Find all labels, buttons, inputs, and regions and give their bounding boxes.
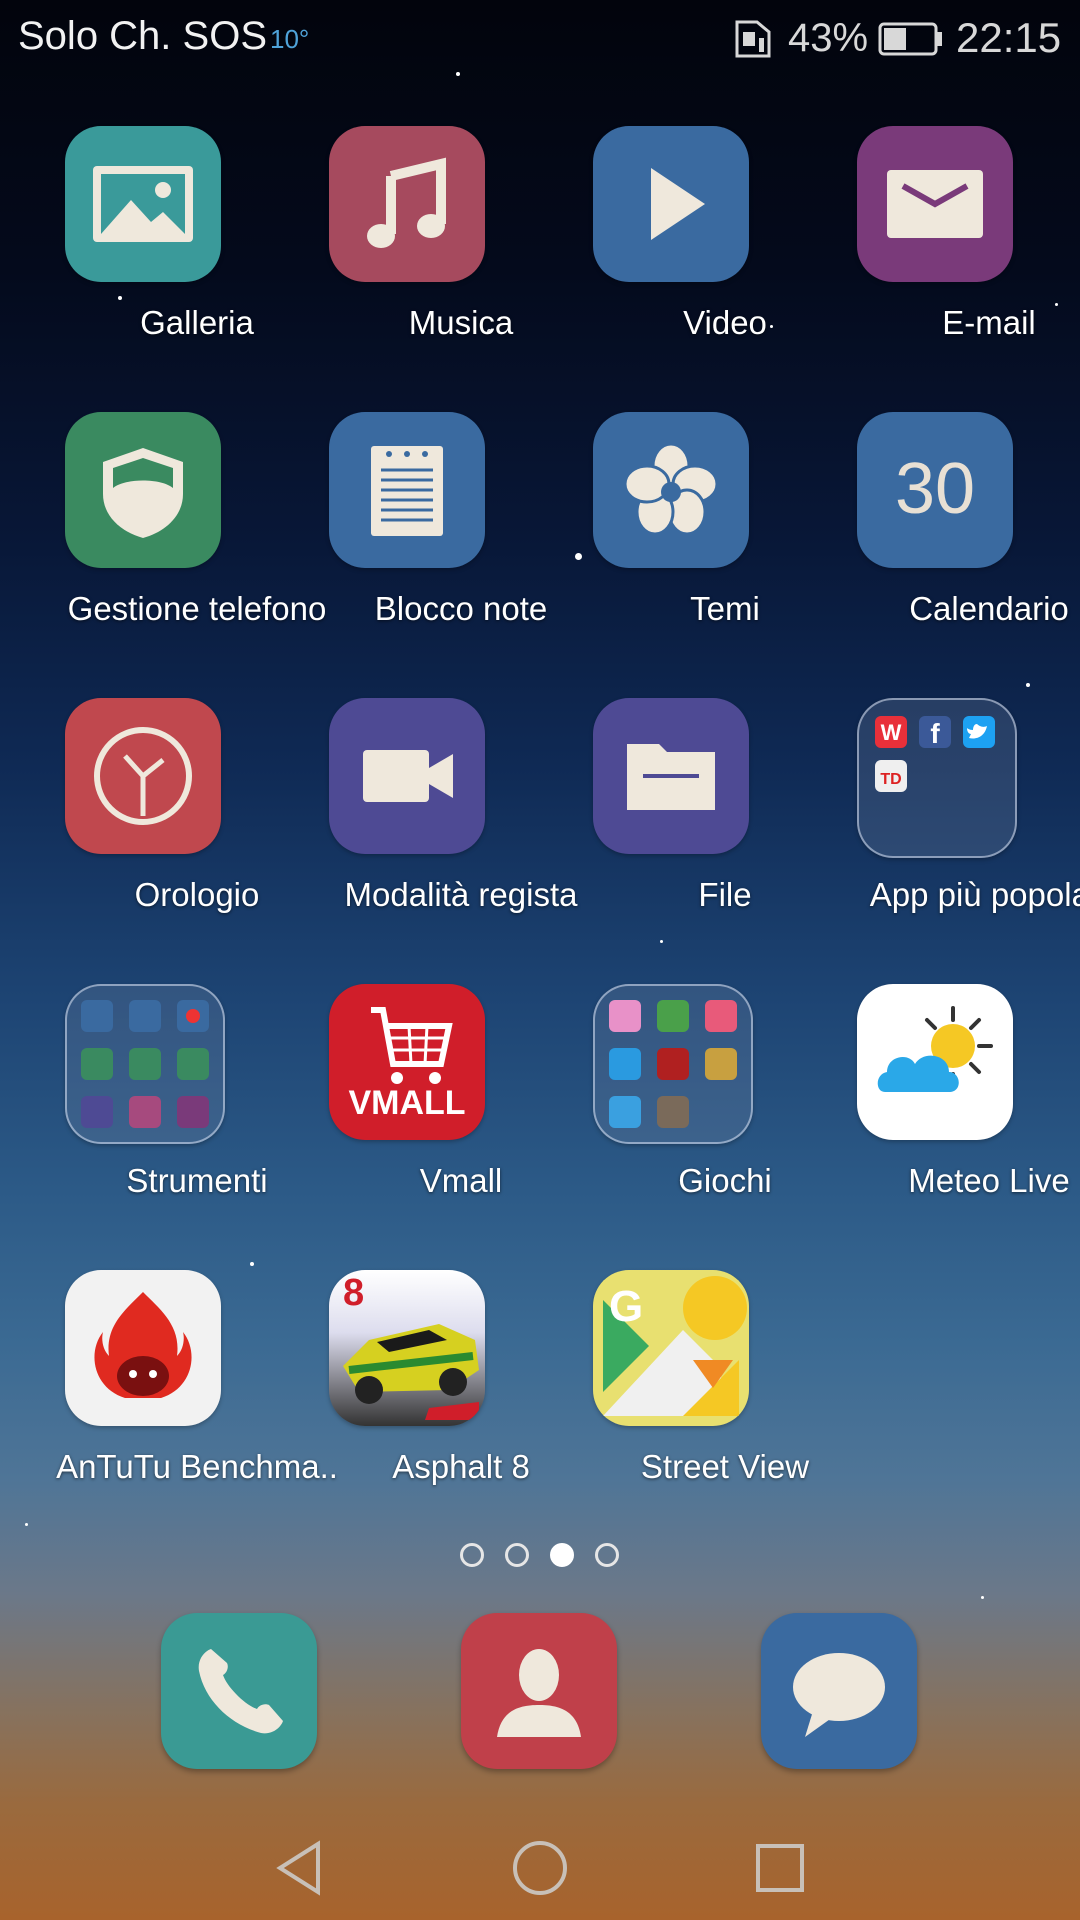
app-folder-icon: W f TD (857, 698, 1017, 858)
app-label: E-mail (942, 304, 1036, 341)
themes-flower-icon (593, 412, 749, 568)
app-blocco-note[interactable]: Blocco note (329, 412, 605, 662)
contacts-icon (497, 1649, 581, 1737)
messages-icon (793, 1653, 885, 1737)
app-antutu[interactable]: AnTuTu Benchma.. (56, 1270, 341, 1520)
app-calendario[interactable]: 30 Calendario (857, 412, 1080, 662)
page-dot-current[interactable] (550, 1543, 574, 1567)
app-meteo-live[interactable]: Meteo Live (857, 984, 1080, 1234)
app-label: Orologio (134, 876, 260, 913)
recents-icon[interactable] (750, 1838, 810, 1898)
app-label: Calendario (909, 590, 1069, 627)
tools-folder-icon (65, 984, 225, 1144)
back-icon[interactable] (270, 1838, 330, 1898)
app-label: Vmall (419, 1162, 503, 1199)
games-folder-icon (593, 984, 753, 1144)
app-galleria[interactable]: Galleria (65, 126, 341, 376)
street-view-icon: G (593, 1270, 749, 1426)
calendar-date: 30 (894, 449, 976, 529)
star-decoration (981, 1596, 984, 1599)
page-dot[interactable] (460, 1543, 484, 1567)
app-label: Temi (690, 590, 760, 627)
vmall-logo-text: VMALL (348, 1084, 466, 1122)
home-screen: Solo Ch. SOS 10° 43% 22:15 Galleria Musi… (0, 0, 1080, 1920)
app-gestione-telefono[interactable]: Gestione telefono (65, 412, 341, 662)
app-label: Modalità regista (344, 876, 578, 913)
app-strumenti[interactable]: Strumenti (65, 984, 341, 1234)
app-asphalt-8[interactable]: 8 Asphalt 8 (329, 1270, 605, 1520)
clock-icon (65, 698, 221, 854)
antutu-icon (65, 1270, 221, 1426)
home-icon[interactable] (510, 1838, 570, 1898)
gallery-icon (65, 126, 221, 282)
td-badge-text: TD (880, 771, 901, 788)
star-decoration (250, 1262, 254, 1266)
battery-percent: 43% (788, 16, 869, 60)
app-label: Video (683, 304, 767, 341)
video-play-icon (593, 126, 749, 282)
wps-badge-text: W (881, 720, 902, 745)
app-temi[interactable]: Temi (593, 412, 869, 662)
app-label: Blocco note (374, 590, 548, 627)
temperature-indicator: 10° (270, 24, 310, 54)
app-email[interactable]: E-mail (857, 126, 1080, 376)
carrier-name: Solo Ch. SOS (18, 14, 268, 58)
shield-icon (65, 412, 221, 568)
video-camera-icon (329, 698, 485, 854)
street-view-g-letter: G (609, 1282, 644, 1331)
app-label: Strumenti (126, 1162, 268, 1199)
app-label: Galleria (140, 304, 254, 341)
app-label: Musica (408, 304, 514, 341)
app-vmall[interactable]: VMALL Vmall (329, 984, 605, 1234)
app-label: File (698, 876, 752, 913)
app-modalita-regista[interactable]: Modalità regista (329, 698, 605, 948)
star-decoration (1026, 683, 1030, 687)
battery-icon (878, 22, 942, 56)
app-label: AnTuTu Benchma.. (56, 1448, 338, 1485)
app-label: Gestione telefono (67, 590, 327, 627)
calendar-icon: 30 (857, 412, 1013, 568)
email-icon (857, 126, 1013, 282)
notepad-icon (329, 412, 485, 568)
app-app-piu-popolari[interactable]: W f TD App più popolari (857, 698, 1080, 948)
dock-phone-button[interactable] (161, 1613, 317, 1769)
dock-messages-button[interactable] (761, 1613, 917, 1769)
asphalt-car-icon: 8 (329, 1270, 485, 1426)
app-video[interactable]: Video (593, 126, 869, 376)
app-giochi[interactable]: Giochi (593, 984, 869, 1234)
app-label: Asphalt 8 (392, 1448, 530, 1485)
app-label: Street View (640, 1448, 810, 1485)
music-icon (329, 126, 485, 282)
app-orologio[interactable]: Orologio (65, 698, 341, 948)
page-dot[interactable] (595, 1543, 619, 1567)
asphalt-8-badge: 8 (343, 1272, 365, 1314)
app-label: Giochi (678, 1162, 772, 1199)
vmall-cart-icon: VMALL (329, 984, 485, 1140)
page-indicator[interactable] (460, 1543, 620, 1567)
dock-contacts-button[interactable] (461, 1613, 617, 1769)
page-dot[interactable] (505, 1543, 529, 1567)
app-street-view[interactable]: G Street View (593, 1270, 869, 1520)
folder-icon (593, 698, 749, 854)
status-bar: Solo Ch. SOS 10° 43% 22:15 (0, 0, 1080, 80)
sim-card-icon (735, 20, 771, 58)
app-label: App più popolari (869, 876, 1080, 913)
weather-icon (857, 984, 1013, 1140)
star-decoration (25, 1523, 28, 1526)
app-file[interactable]: File (593, 698, 869, 948)
app-musica[interactable]: Musica (329, 126, 605, 376)
phone-icon (198, 1649, 283, 1734)
app-label: Meteo Live (908, 1162, 1070, 1199)
facebook-badge-text: f (930, 718, 940, 749)
clock: 22:15 (956, 14, 1062, 61)
